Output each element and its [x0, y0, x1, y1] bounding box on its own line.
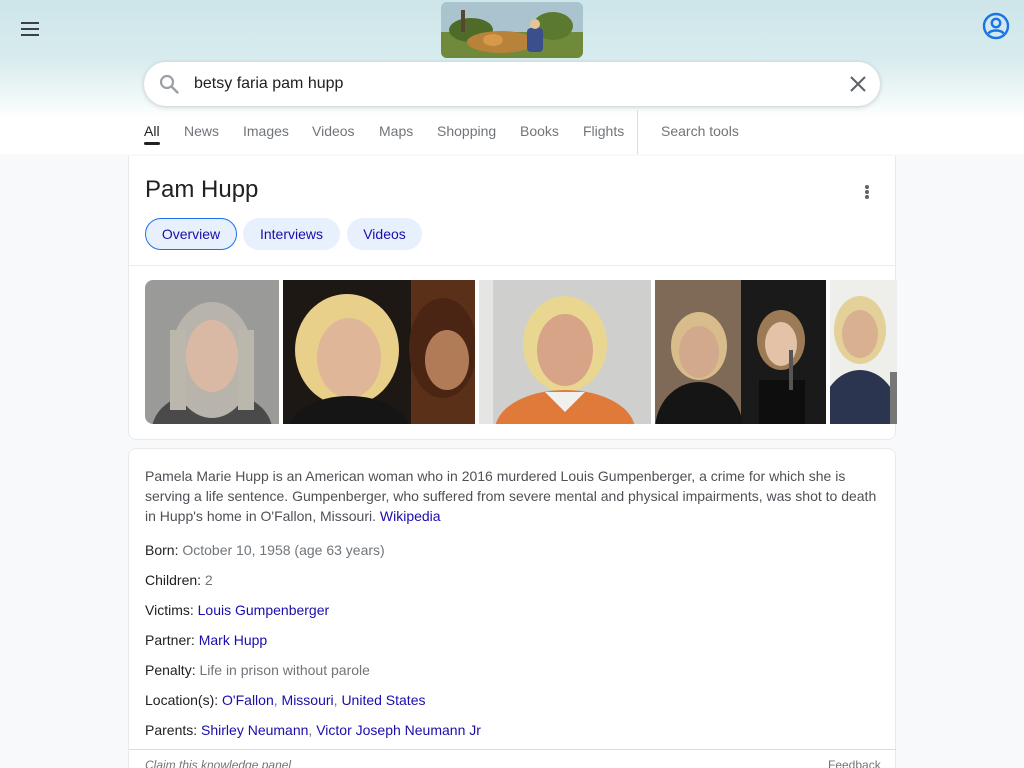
knowledge-panel-title: Pam Hupp: [145, 176, 259, 203]
wikipedia-link[interactable]: Wikipedia: [380, 508, 441, 524]
image-thumbnail[interactable]: [830, 280, 897, 424]
search-tabs: All News Images Videos Maps Shopping Boo…: [0, 110, 1024, 154]
fact-label: Partner:: [145, 632, 195, 648]
fact-label: Children:: [145, 572, 202, 588]
search-tools-button[interactable]: Search tools: [661, 123, 739, 139]
victim-link[interactable]: Louis Gumpenberger: [198, 602, 330, 618]
fact-label: Location(s):: [145, 692, 219, 708]
fact-label: Born:: [145, 542, 179, 558]
chip-interviews[interactable]: Interviews: [243, 218, 340, 250]
fact-value: 2: [204, 572, 213, 588]
fact-parents: Parents: Shirley Neumann, Victor Joseph …: [145, 722, 481, 738]
fact-value: Life in prison without parole: [199, 662, 370, 678]
image-thumbnail[interactable]: [145, 280, 279, 424]
image-thumbnail[interactable]: [283, 280, 475, 424]
chip-videos[interactable]: Videos: [347, 218, 422, 250]
fact-label: Parents:: [145, 722, 198, 738]
tab-books[interactable]: Books: [520, 123, 559, 139]
fact-label: Victims:: [145, 602, 194, 618]
knowledge-panel-details-card: Pamela Marie Hupp is an American woman w…: [128, 448, 896, 768]
close-icon[interactable]: [848, 74, 868, 94]
tab-shopping[interactable]: Shopping: [437, 123, 496, 139]
search-icon[interactable]: [158, 73, 180, 95]
tabs-divider: [637, 110, 638, 154]
tab-videos[interactable]: Videos: [312, 123, 355, 139]
more-options-icon[interactable]: [857, 182, 877, 202]
tab-all[interactable]: All: [144, 123, 160, 139]
parent-link[interactable]: Victor Joseph Neumann Jr: [316, 722, 481, 738]
search-input[interactable]: [194, 72, 824, 96]
parent-link[interactable]: Shirley Neumann: [201, 722, 308, 738]
image-thumbnail[interactable]: [479, 280, 651, 424]
description: Pamela Marie Hupp is an American woman w…: [145, 466, 885, 526]
location-link[interactable]: Missouri: [282, 692, 334, 708]
fact-victims: Victims: Louis Gumpenberger: [145, 600, 329, 620]
partner-link[interactable]: Mark Hupp: [199, 632, 267, 648]
location-link[interactable]: United States: [341, 692, 425, 708]
location-link[interactable]: O'Fallon: [222, 692, 274, 708]
tab-images[interactable]: Images: [243, 123, 289, 139]
divider: [129, 749, 896, 750]
fact-born: Born: October 10, 1958 (age 63 years): [145, 540, 385, 560]
active-tab-indicator: [144, 142, 160, 145]
description-text: Pamela Marie Hupp is an American woman w…: [145, 468, 877, 524]
account-circle-icon[interactable]: [982, 12, 1010, 40]
fact-partner: Partner: Mark Hupp: [145, 630, 267, 650]
tab-flights[interactable]: Flights: [583, 123, 624, 139]
divider: [129, 265, 896, 266]
fact-penalty: Penalty: Life in prison without parole: [145, 660, 370, 680]
fact-value: October 10, 1958 (age 63 years): [182, 542, 385, 558]
feedback-link[interactable]: Feedback: [828, 758, 881, 768]
fact-children: Children: 2: [145, 570, 213, 590]
google-doodle[interactable]: [441, 2, 583, 58]
chip-overview[interactable]: Overview: [145, 218, 237, 250]
fact-label: Penalty:: [145, 662, 196, 678]
claim-panel-link[interactable]: Claim this knowledge panel: [145, 758, 291, 768]
image-carousel: [145, 280, 897, 424]
fact-locations: Location(s): O'Fallon, Missouri, United …: [145, 692, 426, 708]
tab-maps[interactable]: Maps: [379, 123, 413, 139]
knowledge-panel-header-card: Pam Hupp Overview Interviews Videos: [128, 156, 897, 440]
tab-news[interactable]: News: [184, 123, 219, 139]
image-thumbnail[interactable]: [655, 280, 826, 424]
search-box: [144, 62, 880, 106]
hamburger-menu-icon[interactable]: [18, 17, 42, 41]
